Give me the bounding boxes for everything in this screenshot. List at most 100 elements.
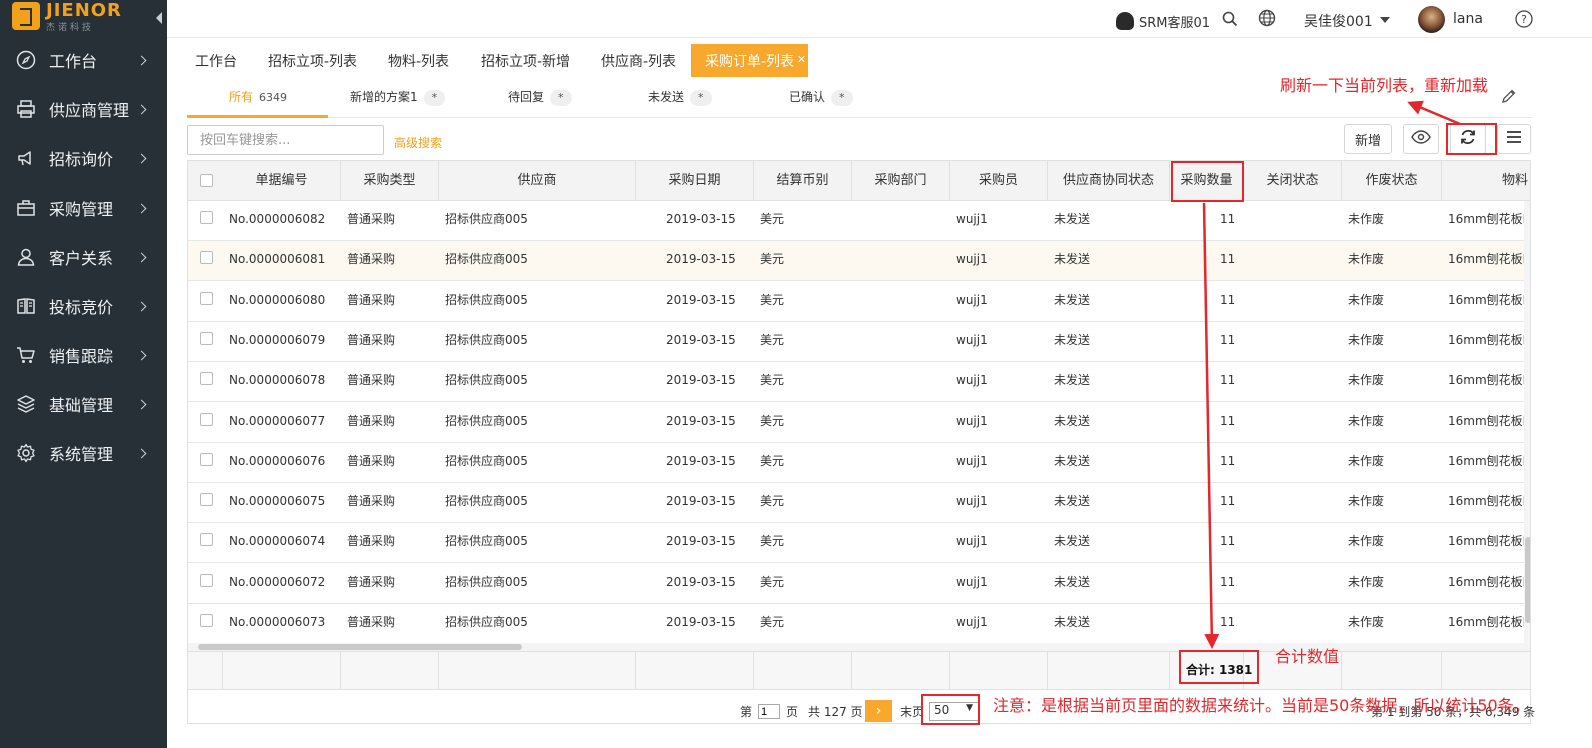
search-input[interactable] [187, 125, 384, 155]
table-row[interactable]: No.0000006077 普通采购 招标供应商005 2019-03-15 美元 wuj… [188, 402, 1530, 443]
sidebar-item-workbench[interactable]: 工作台 [0, 40, 167, 80]
column-header-purchase-date[interactable]: 采购日期 [636, 161, 754, 201]
sidebar-item-bidding[interactable]: 投标竞价 [0, 286, 167, 326]
tab-material-list[interactable]: 物料-列表 [388, 44, 449, 76]
filter-all[interactable]: 所有 6349 [229, 88, 287, 106]
column-header-close-status[interactable]: 关闭状态 [1244, 161, 1342, 201]
cell-supplier: 招标供应商005 [445, 332, 528, 347]
cell-void-status: 未作废 [1348, 252, 1385, 267]
cell-doc-no: No.0000006072 [229, 574, 326, 589]
logo-mark-icon [12, 2, 40, 30]
search-icon[interactable] [1222, 11, 1238, 31]
filter-scheme1[interactable]: 新增的方案1 * [350, 88, 446, 106]
cell-void-status: 未作废 [1348, 574, 1385, 589]
cell-currency: 美元 [760, 494, 785, 509]
cell-void-status: 未作废 [1348, 534, 1385, 549]
row-checkbox[interactable] [200, 291, 213, 305]
table-row[interactable]: No.0000006076 普通采购 招标供应商005 2019-03-15 美元 wuj… [188, 442, 1530, 483]
collapse-sidebar-icon[interactable] [156, 12, 162, 24]
refresh-highlight [1446, 123, 1497, 155]
cell-doc-no: No.0000006081 [229, 252, 326, 267]
tab-tender-new[interactable]: 招标立项-新增 [481, 44, 570, 76]
menu-button[interactable] [1497, 124, 1531, 154]
profile-name[interactable]: lana [1453, 11, 1483, 27]
cell-sync-status: 未发送 [1054, 252, 1091, 267]
filter-confirmed[interactable]: 已确认 * [789, 88, 853, 106]
tab-purchase-order-list[interactable]: 采购订单-列表 ✕ [691, 42, 809, 78]
sidebar-item-sales[interactable]: 销售跟踪 [0, 335, 167, 375]
sidebar: JIENOR 杰诺科技 工作台 供应商管理 招标询价 采购管理 客户关系 投标竞… [0, 0, 167, 748]
advanced-search-link[interactable]: 高级搜索 [394, 134, 442, 151]
row-checkbox[interactable] [200, 493, 213, 507]
vertical-scrollbar[interactable] [1524, 201, 1530, 643]
table-row[interactable]: No.0000006079 普通采购 招标供应商005 2019-03-15 美元 wuj… [188, 321, 1530, 362]
select-all-checkbox[interactable] [200, 174, 213, 187]
add-button[interactable]: 新增 [1344, 124, 1392, 154]
sidebar-item-supplier[interactable]: 供应商管理 [0, 89, 167, 129]
sidebar-item-basic[interactable]: 基础管理 [0, 384, 167, 424]
edit-pencil-icon[interactable] [1501, 88, 1517, 108]
table-row[interactable]: No.0000006081 普通采购 招标供应商005 2019-03-15 美元 wuj… [188, 241, 1530, 282]
column-header-buyer[interactable]: 采购员 [950, 161, 1048, 201]
filter-pending-reply[interactable]: 待回复 * [508, 88, 572, 106]
row-checkbox[interactable] [200, 251, 213, 265]
sidebar-item-system[interactable]: 系统管理 [0, 433, 167, 473]
sidebar-item-label: 采购管理 [49, 200, 114, 219]
view-button[interactable] [1403, 124, 1439, 154]
scroll-thumb[interactable] [198, 644, 522, 650]
globe-icon[interactable] [1258, 9, 1276, 31]
table-row[interactable]: No.0000006082 普通采购 招标供应商005 2019-03-15 美元 wuj… [188, 201, 1530, 241]
column-header-void-status[interactable]: 作废状态 [1342, 161, 1442, 201]
username[interactable]: 吴佳俊001 [1304, 11, 1373, 31]
table-row[interactable]: No.0000006075 普通采购 招标供应商005 2019-03-15 美元 wuj… [188, 483, 1530, 524]
table-row[interactable]: No.0000006074 普通采购 招标供应商005 2019-03-15 美元 wuj… [188, 523, 1530, 564]
table-row[interactable]: No.0000006078 普通采购 招标供应商005 2019-03-15 美元 wuj… [188, 362, 1530, 403]
tab-supplier-list[interactable]: 供应商-列表 [601, 44, 676, 76]
sidebar-item-customer[interactable]: 客户关系 [0, 237, 167, 277]
avatar[interactable] [1418, 6, 1445, 33]
page-number-input[interactable] [758, 704, 780, 719]
tab-tender-list[interactable]: 招标立项-列表 [268, 44, 357, 76]
next-page-button[interactable]: › [865, 700, 892, 722]
row-checkbox[interactable] [200, 372, 213, 386]
row-checkbox[interactable] [200, 573, 213, 587]
close-icon[interactable]: ✕ [797, 42, 806, 78]
sidebar-item-label: 供应商管理 [49, 101, 130, 120]
column-header-material[interactable]: 物料 [1442, 161, 1530, 201]
table-row[interactable]: No.0000006080 普通采购 招标供应商005 2019-03-15 美元 wuj… [188, 281, 1530, 322]
filter-unsent[interactable]: 未发送 * [648, 88, 712, 106]
cell-sync-status: 未发送 [1054, 453, 1091, 468]
row-checkbox[interactable] [200, 614, 213, 627]
table-row[interactable]: No.0000006073 普通采购 招标供应商005 2019-03-15 美元 wuj… [188, 604, 1530, 644]
cell-doc-no: No.0000006082 [229, 212, 326, 226]
scroll-thumb[interactable] [1525, 537, 1530, 623]
top-bar: SRM客服01 吴佳俊001 lana ? [167, 0, 1592, 38]
sidebar-item-purchase[interactable]: 采购管理 [0, 188, 167, 228]
column-header-doc-no[interactable]: 单据编号 [223, 161, 341, 201]
row-checkbox[interactable] [200, 452, 213, 466]
column-header-sync-status[interactable]: 供应商协同状态 [1048, 161, 1170, 201]
column-header-purchase-type[interactable]: 采购类型 [341, 161, 439, 201]
row-checkbox[interactable] [200, 211, 213, 224]
service-link[interactable]: SRM客服01 [1139, 12, 1210, 31]
column-header-currency[interactable]: 结算币别 [754, 161, 852, 201]
column-header-department[interactable]: 采购部门 [852, 161, 950, 201]
cell-close-status [1250, 564, 1340, 604]
row-checkbox[interactable] [200, 533, 213, 547]
qq-icon[interactable] [1116, 12, 1134, 30]
filter-label: 未发送 [648, 90, 685, 104]
cell-department [858, 403, 948, 443]
table-row[interactable]: No.0000006072 普通采购 招标供应商005 2019-03-15 美元 wuj… [188, 563, 1530, 604]
help-icon[interactable]: ? [1515, 10, 1533, 32]
column-header-supplier[interactable]: 供应商 [439, 161, 636, 201]
tab-workbench[interactable]: 工作台 [195, 44, 237, 76]
sidebar-item-tender[interactable]: 招标询价 [0, 138, 167, 178]
cell-purchase-type: 普通采购 [347, 413, 396, 428]
row-checkbox[interactable] [200, 331, 213, 345]
chevron-right-icon [136, 104, 147, 114]
logo-subtitle: 杰诺科技 [46, 23, 95, 33]
chevron-down-icon[interactable] [1380, 17, 1390, 23]
total-row-cell [1048, 652, 1170, 689]
cell-void-status: 未作废 [1348, 373, 1385, 388]
row-checkbox[interactable] [200, 412, 213, 426]
